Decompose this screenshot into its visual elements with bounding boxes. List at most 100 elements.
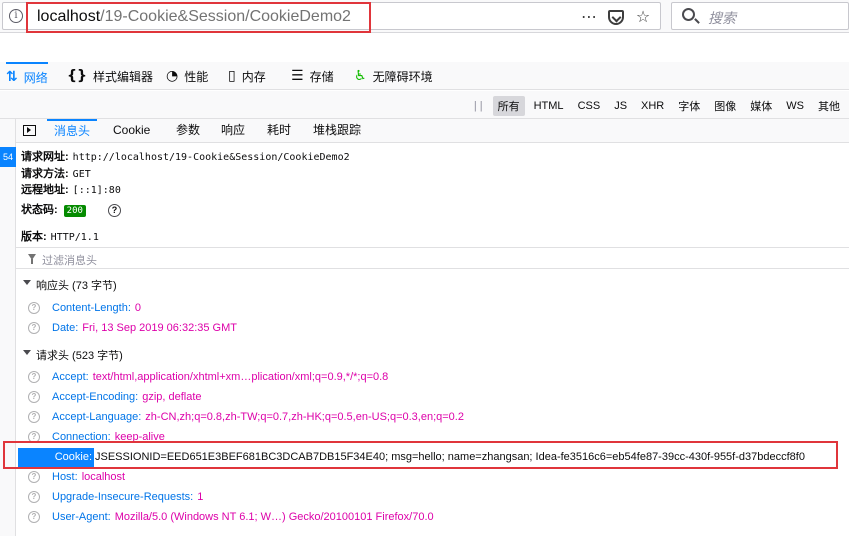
summary-url: 请求网址: http://localhost/19-Cookie&Session/… [21, 148, 350, 164]
search-icon [682, 8, 695, 21]
filter-css[interactable]: CSS [573, 98, 606, 114]
help-icon[interactable]: ? [28, 491, 40, 503]
header-value: zh-CN,zh;q=0.8,zh-TW;q=0.7,zh-HK;q=0.5,e… [145, 411, 464, 423]
pocket-icon[interactable] [608, 9, 624, 25]
request-headers-title: 请求头 (523 字节) [36, 350, 123, 362]
header-name: Accept-Encoding: [52, 391, 139, 403]
search-field[interactable]: 搜索 [671, 2, 849, 30]
filter-html[interactable]: HTML [529, 98, 569, 114]
request-details-panel: 消息头 Cookie 参数 响应 耗时 堆栈跟踪 请求网址: http://loc… [16, 119, 849, 536]
header-row[interactable]: ? User-Agent: Mozilla/5.0 (Windows NT 6.1… [16, 508, 849, 528]
accessibility-icon: ♿ [354, 68, 367, 84]
tab-network-label: 网络 [23, 70, 48, 85]
version-value: HTTP/1.1 [50, 232, 99, 243]
url-value: http://localhost/19-Cookie&Session/Cooki… [72, 152, 350, 163]
info-icon[interactable]: i [9, 9, 23, 23]
help-icon[interactable]: ? [28, 302, 40, 314]
header-value: 0 [134, 302, 142, 314]
header-value: localhost [81, 471, 126, 483]
filter-all[interactable]: 所有 [492, 96, 525, 116]
header-name: Accept: [52, 371, 89, 383]
filter-headers-placeholder: 过滤消息头 [42, 255, 97, 267]
header-row[interactable]: ? Accept: text/html,application/xhtml+xm…… [16, 368, 849, 388]
tab-network[interactable]: ⇅ 网络 [6, 62, 48, 90]
search-placeholder: 搜索 [708, 10, 736, 26]
header-value: Fri, 13 Sep 2019 06:32:35 GMT [82, 322, 237, 334]
header-name: Date: [52, 322, 79, 334]
details-tabs: 消息头 Cookie 参数 响应 耗时 堆栈跟踪 [16, 119, 849, 143]
tab-memory[interactable]: ▯ 内存 [228, 62, 266, 90]
twisty-open-icon [23, 280, 31, 285]
tab-memory-label: 内存 [241, 69, 266, 84]
method-label: 请求方法: [21, 168, 69, 180]
summary-version: 版本: HTTP/1.1 [21, 228, 99, 244]
header-value: 1 [197, 491, 204, 503]
status-label: 状态码: [21, 204, 58, 216]
tab-stack-trace[interactable]: 堆栈跟踪 [313, 119, 361, 143]
filter-media[interactable]: 媒体 [745, 96, 777, 116]
help-icon[interactable]: ? [28, 371, 40, 383]
help-icon[interactable]: ? [28, 391, 40, 403]
help-icon[interactable]: ? [28, 322, 40, 334]
filter-js[interactable]: JS [609, 98, 632, 114]
remote-label: 远程地址: [21, 184, 69, 196]
collapse-panel-icon[interactable] [23, 125, 36, 136]
tab-storage[interactable]: ☰ 存储 [291, 62, 334, 90]
url-label: 请求网址: [21, 151, 69, 163]
response-headers-title: 响应头 (73 字节) [36, 280, 117, 292]
header-row[interactable]: ? Host: localhost [16, 468, 849, 488]
type-filters: | | 所有 HTML CSS JS XHR 字体 图像 媒体 WS 其他 [468, 96, 845, 116]
header-name: Upgrade-Insecure-Requests: [52, 491, 194, 503]
request-headers-section[interactable]: 请求头 (523 字节) [16, 344, 849, 364]
tab-timings[interactable]: 耗时 [267, 119, 291, 143]
status-badge: 200 [63, 205, 86, 217]
filter-ws[interactable]: WS [781, 98, 809, 114]
help-icon[interactable]: ? [28, 471, 40, 483]
header-row[interactable]: ? Upgrade-Insecure-Requests: 1 [16, 488, 849, 508]
url-highlight-box [26, 2, 371, 33]
tab-response[interactable]: 响应 [221, 119, 245, 143]
tab-accessibility[interactable]: ♿ 无障碍环境 [354, 62, 433, 90]
header-row[interactable]: ? Accept-Encoding: gzip, deflate [16, 388, 849, 408]
tab-style-editor-label: 样式编辑器 [92, 69, 153, 84]
request-filter-bar: | | 所有 HTML CSS JS XHR 字体 图像 媒体 WS 其他 [0, 91, 849, 119]
header-row[interactable]: ? Accept-Language: zh-CN,zh;q=0.8,zh-TW;q… [16, 408, 849, 428]
header-value: gzip, deflate [142, 391, 202, 403]
version-label: 版本: [21, 231, 47, 243]
filter-funnel-icon [28, 254, 36, 264]
help-icon[interactable]: ? [28, 411, 40, 423]
summary-remote: 远程地址: [::1]:80 [21, 181, 121, 197]
devtools-spacer [0, 34, 849, 62]
method-value: GET [72, 169, 91, 180]
network-icon: ⇅ [6, 69, 18, 85]
pause-icon[interactable]: | | [468, 100, 489, 112]
header-row[interactable]: ? Date: Fri, 13 Sep 2019 06:32:35 GMT [16, 319, 849, 339]
header-value: text/html,application/xhtml+xm…plication… [92, 371, 389, 383]
filter-other[interactable]: 其他 [813, 96, 845, 116]
header-name: Host: [52, 471, 78, 483]
response-headers-section[interactable]: 响应头 (73 字节) [16, 274, 849, 294]
tab-headers[interactable]: 消息头 [47, 119, 97, 143]
help-icon[interactable]: ? [107, 203, 121, 217]
request-list-column: 54 [0, 119, 16, 536]
tab-storage-label: 存储 [309, 69, 334, 84]
devtools-toolbox-tabs: ⇅ 网络 {} 样式编辑器 ◔ 性能 ▯ 内存 ☰ 存储 ♿ 无障碍环境 [0, 62, 849, 90]
filter-headers-input[interactable]: 过滤消息头 [16, 247, 849, 269]
storage-icon: ☰ [291, 68, 304, 84]
filter-fonts[interactable]: 字体 [673, 96, 705, 116]
header-row[interactable]: ? Content-Length: 0 [16, 299, 849, 319]
bookmark-star-icon[interactable]: ☆ [634, 7, 652, 27]
filter-xhr[interactable]: XHR [636, 98, 669, 114]
selected-request-row[interactable]: 54 [0, 147, 16, 167]
header-row[interactable]: ? Connection: keep-alive [16, 428, 849, 442]
filter-images[interactable]: 图像 [709, 96, 741, 116]
tab-style-editor[interactable]: {} 样式编辑器 [67, 62, 153, 90]
gauge-icon: ◔ [166, 68, 179, 84]
tab-params[interactable]: 参数 [176, 119, 200, 143]
more-actions-icon[interactable]: ⋯ [580, 7, 598, 27]
tab-cookies[interactable]: Cookie [113, 119, 150, 143]
header-name: Accept-Language: [52, 411, 142, 423]
tab-performance[interactable]: ◔ 性能 [166, 62, 208, 90]
help-icon[interactable]: ? [28, 511, 40, 523]
chip-icon: ▯ [228, 68, 236, 84]
